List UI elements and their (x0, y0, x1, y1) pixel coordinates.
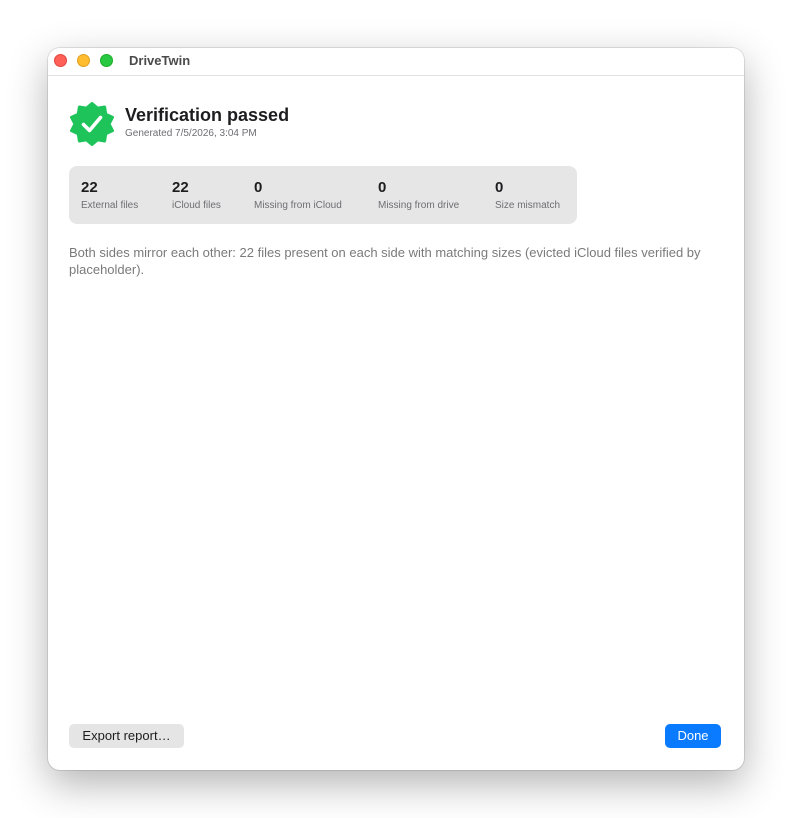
close-window-button[interactable] (54, 54, 67, 67)
stat-value: 0 (254, 179, 263, 196)
stat-value: 0 (378, 179, 387, 196)
stat-missing-from-drive: 0 Missing from drive (378, 180, 459, 212)
title-bar: DriveTwin (48, 48, 744, 76)
stat-size-mismatch: 0 Size mismatch (495, 180, 560, 212)
stat-missing-from-icloud: 0 Missing from iCloud (254, 180, 342, 212)
done-button[interactable]: Done (665, 724, 721, 748)
generated-timestamp: Generated 7/5/2026, 3:04 PM (125, 128, 257, 139)
stat-label: External files (81, 200, 139, 211)
window-title: DriveTwin (129, 53, 191, 68)
stat-label: iCloud files (172, 200, 221, 211)
stat-label: Missing from drive (378, 200, 460, 211)
stat-value: 22 (172, 179, 189, 196)
stat-icloud-files: 22 iCloud files (172, 180, 221, 212)
stat-value: 22 (81, 179, 98, 196)
stats-panel: 22 External files 22 iCloud files 0 Miss… (69, 166, 577, 224)
stat-label: Size mismatch (495, 200, 561, 211)
minimize-window-button[interactable] (77, 54, 90, 67)
export-report-button[interactable]: Export report… (69, 724, 184, 748)
verified-checkmark-badge-icon (70, 102, 114, 146)
summary-text: Both sides mirror each other: 22 files p… (69, 245, 701, 277)
zoom-window-button[interactable] (100, 54, 113, 67)
stat-label: Missing from iCloud (254, 200, 342, 211)
page-title: Verification passed (125, 105, 290, 125)
app-window: DriveTwin Verification passed Generated … (48, 48, 744, 770)
stat-value: 0 (495, 179, 504, 196)
stat-external-files: 22 External files (81, 180, 138, 212)
